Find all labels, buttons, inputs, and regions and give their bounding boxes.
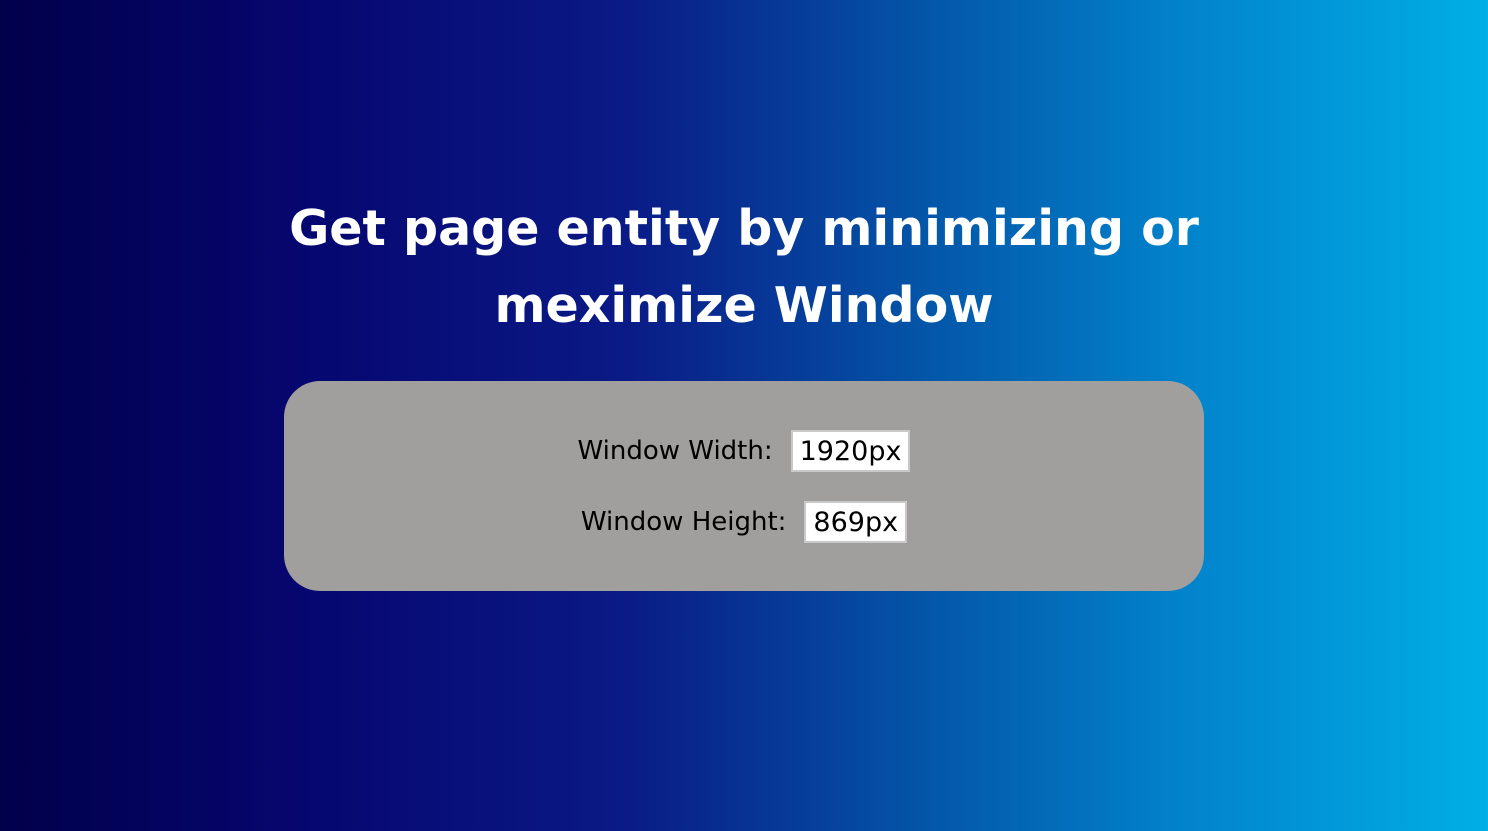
page-title: Get page entity by minimizing or meximiz… — [0, 190, 1488, 344]
dimensions-panel: Window Width: 1920px Window Height: 869p… — [284, 381, 1204, 591]
window-width-row: Window Width: 1920px — [284, 427, 1204, 475]
page-title-line-1: Get page entity by minimizing or — [289, 200, 1199, 257]
window-width-label: Window Width: — [577, 436, 773, 466]
window-height-value: 869px — [804, 501, 908, 543]
window-height-row: Window Height: 869px — [284, 498, 1204, 546]
window-width-value: 1920px — [790, 430, 911, 472]
page-title-line-2: meximize Window — [494, 277, 994, 334]
window-height-label: Window Height: — [580, 507, 787, 537]
